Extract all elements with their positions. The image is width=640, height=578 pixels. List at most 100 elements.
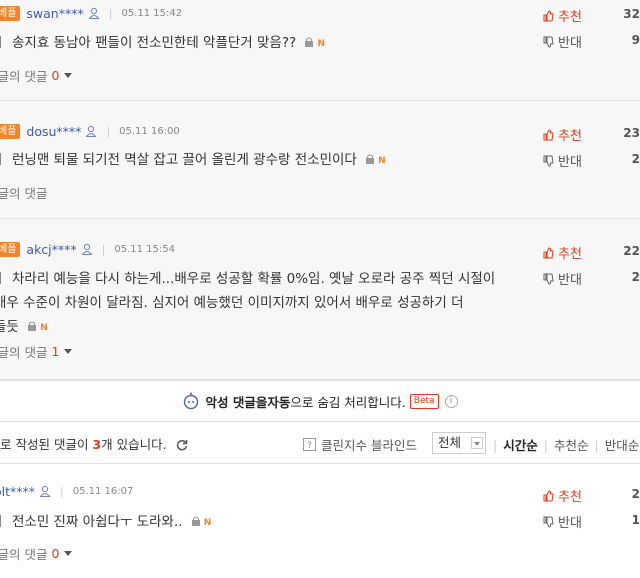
upvote-count: 2	[631, 487, 640, 501]
comment-text: 차라리 예능을 다시 하는게...배우로 성공할 확률 0%임. 옛날 오로라 …	[0, 267, 530, 340]
best-badge: 베플	[0, 123, 21, 139]
naver-n-icon: N	[40, 323, 48, 333]
text-bracket	[0, 515, 3, 527]
person-icon	[81, 243, 93, 255]
comment-count: 3	[92, 437, 102, 452]
comment-item: olt**** | 05.11 16:07 전소민 진짜 아쉽다ㅜ 도라와.. …	[0, 464, 640, 578]
naver-n-icon: N	[203, 518, 212, 528]
replies-label: 답글의 댓글	[0, 186, 48, 201]
downvote-button[interactable]: 반대	[543, 32, 582, 51]
thumbs-up-icon	[543, 128, 554, 140]
naver-n-icon: N	[317, 39, 326, 49]
downvote-label: 반대	[558, 516, 582, 531]
downvote-count: 9	[631, 33, 640, 47]
filter-value: 전체	[438, 435, 462, 450]
username-link[interactable]: olt****	[0, 484, 35, 499]
person-icon	[85, 125, 97, 137]
replies-count: 0	[51, 68, 60, 83]
comment-meta: 베플 dosu**** | 05.11 16:00	[0, 122, 180, 140]
thumbs-down-icon	[543, 36, 554, 48]
bot-icon	[184, 392, 199, 410]
chevron-down-icon	[64, 551, 73, 556]
naver-n-icon: N	[378, 156, 386, 166]
downvote-count: 2	[631, 152, 640, 166]
upvote-count: 32	[623, 7, 640, 21]
best-badge: 베플	[0, 241, 21, 257]
replies-label: 답글의 댓글	[0, 69, 48, 84]
sort-oppose[interactable]: 반대순	[605, 438, 640, 453]
info-icon[interactable]: i	[444, 394, 458, 408]
comment-body-line: 들듯	[0, 319, 19, 335]
replies-label: 답글의 댓글	[0, 345, 48, 360]
replies-count: 0	[51, 546, 60, 561]
comment-date: 05.11 15:54	[114, 243, 175, 255]
comment-meta: 베플 swan**** | 05.11 15:42	[0, 4, 182, 22]
clean-blind-toggle[interactable]: ? 클린지수 블라인드	[303, 435, 417, 454]
upvote-button[interactable]: 추천	[543, 486, 582, 505]
meta-separator: |	[101, 242, 106, 256]
thumbs-down-icon	[543, 273, 554, 285]
username-link[interactable]: swan****	[26, 6, 83, 21]
replies-toggle[interactable]: 답글의 댓글	[0, 183, 51, 202]
replies-toggle[interactable]: 답글의 댓글 0	[0, 66, 73, 85]
meta-separator: |	[108, 6, 113, 20]
report-icon[interactable]	[303, 36, 315, 48]
notice-text-post: 으로 숨김 처리합니다.	[290, 394, 406, 410]
username-link[interactable]: dosu****	[26, 124, 81, 139]
svg-text:?: ?	[307, 441, 312, 451]
thumbs-up-icon	[543, 246, 554, 258]
comment-body: 런닝맨 퇴물 되기전 멱살 잡고 끌어 올린게 광수랑 전소민이다	[12, 152, 357, 168]
comment-meta: 베플 akcj**** | 05.11 15:54	[0, 240, 175, 258]
downvote-label: 반대	[558, 273, 582, 288]
clean-blind-label: 클린지수 블라인드	[321, 438, 417, 453]
downvote-button[interactable]: 반대	[543, 269, 582, 288]
replies-toggle[interactable]: 답글의 댓글 1	[0, 342, 73, 361]
filter-select[interactable]: 전체	[432, 432, 486, 454]
chevron-down-icon	[64, 349, 73, 354]
report-icon[interactable]	[26, 320, 38, 332]
downvote-label: 반대	[558, 155, 582, 170]
comment-date: 05.11 16:00	[119, 125, 180, 137]
comment-body-line: 차라리 예능을 다시 하는게...배우로 성공할 확률 0%임. 옛날 오로라 …	[12, 271, 496, 287]
downvote-button[interactable]: 반대	[543, 512, 582, 531]
upvote-count: 23	[623, 126, 640, 140]
text-bracket	[0, 272, 3, 284]
comment-count-text: 로 작성된 댓글이 3개 있습니다.	[0, 434, 188, 453]
replies-toggle[interactable]: 답글의 댓글 0	[0, 544, 73, 563]
upvote-count: 22	[623, 244, 640, 258]
text-bracket	[0, 36, 3, 48]
beta-badge: Beta	[409, 393, 439, 409]
report-icon[interactable]	[190, 515, 202, 527]
comment-date: 05.11 16:07	[72, 485, 134, 497]
notice-bold: 자동	[267, 394, 291, 410]
meta-separator: |	[106, 124, 111, 138]
upvote-button[interactable]: 추천	[543, 243, 582, 262]
refresh-icon[interactable]	[176, 439, 188, 451]
comment-text: 송지효 동남아 팬들이 전소민한테 악플단거 맞음?? N	[0, 31, 530, 56]
comment-item: 베플 swan**** | 05.11 15:42 송지효 동남아 팬들이 전소…	[0, 0, 640, 101]
report-icon[interactable]	[364, 153, 376, 165]
sort-time[interactable]: 시간순	[503, 438, 538, 453]
chevron-down-icon	[471, 437, 483, 449]
thumbs-down-icon	[543, 155, 554, 167]
downvote-label: 반대	[558, 36, 582, 51]
comment-body: 송지효 동남아 팬들이 전소민한테 악플단거 맞음??	[12, 35, 297, 51]
chevron-down-icon	[64, 73, 73, 78]
upvote-button[interactable]: 추천	[543, 125, 582, 144]
thumbs-up-icon	[543, 489, 554, 501]
comment-item: 베플 akcj**** | 05.11 15:54 차라리 예능을 다시 하는게…	[0, 219, 640, 380]
thumbs-down-icon	[543, 516, 554, 528]
upvote-label: 추천	[558, 490, 582, 505]
upvote-label: 추천	[558, 129, 582, 144]
downvote-button[interactable]: 반대	[543, 151, 582, 170]
replies-count: 1	[51, 344, 60, 359]
username-link[interactable]: akcj****	[26, 242, 76, 257]
comment-item: 베플 dosu**** | 05.11 16:00 런닝맨 퇴물 되기전 멱살 …	[0, 101, 640, 219]
upvote-label: 추천	[558, 10, 582, 25]
help-icon: ?	[303, 438, 316, 451]
meta-separator: |	[60, 484, 64, 498]
text-bracket	[0, 153, 3, 165]
comment-date: 05.11 15:42	[121, 7, 183, 19]
upvote-button[interactable]: 추천	[543, 6, 582, 25]
sort-recommend[interactable]: 추천순	[554, 438, 589, 453]
